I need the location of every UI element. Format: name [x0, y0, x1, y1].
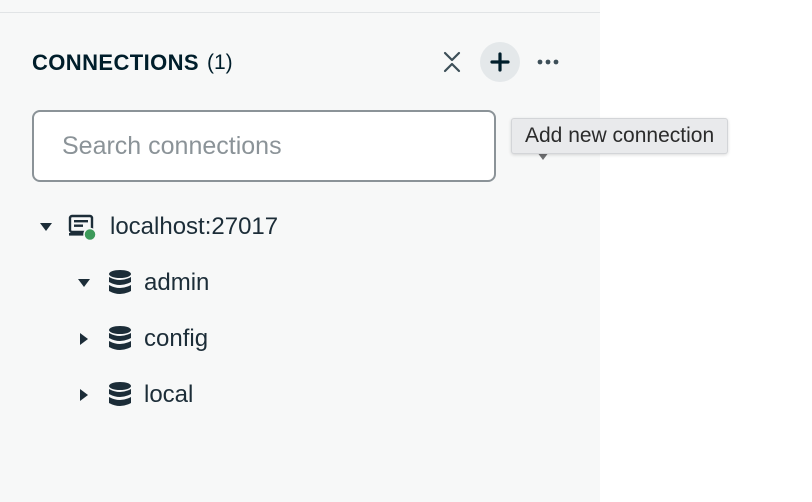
- divider: [0, 12, 600, 13]
- connections-count: (1): [206, 51, 233, 74]
- database-icon: [108, 269, 132, 297]
- database-item-admin[interactable]: admin: [76, 265, 209, 301]
- ellipsis-icon: [537, 59, 559, 65]
- connections-header: CONNECTIONS (1): [32, 46, 233, 80]
- connection-label: localhost:27017: [110, 213, 279, 240]
- database-label: config: [144, 325, 209, 352]
- search-connections-input[interactable]: [32, 110, 496, 182]
- plus-icon: [490, 52, 510, 72]
- caret-down-icon[interactable]: [38, 219, 54, 235]
- collapse-all-button[interactable]: [432, 42, 472, 82]
- server-icon: [68, 212, 98, 242]
- database-label: admin: [144, 269, 210, 296]
- connections-sidebar: CONNECTIONS (1) Search connections local…: [0, 0, 600, 502]
- database-icon: [108, 381, 132, 409]
- caret-right-icon[interactable]: [76, 331, 92, 347]
- more-options-button[interactable]: [528, 42, 568, 82]
- database-item-config[interactable]: config: [76, 321, 208, 357]
- database-label: local: [144, 381, 194, 408]
- caret-right-icon[interactable]: [76, 387, 92, 403]
- database-item-local[interactable]: local: [76, 377, 193, 413]
- caret-down-icon[interactable]: [76, 275, 92, 291]
- add-connection-tooltip: Add new connection: [511, 118, 729, 154]
- connection-item[interactable]: localhost:27017: [38, 209, 278, 245]
- add-connection-button[interactable]: [480, 42, 520, 82]
- connections-title: CONNECTIONS: [32, 50, 199, 75]
- database-icon: [108, 325, 132, 353]
- collapse-all-icon: [443, 51, 461, 73]
